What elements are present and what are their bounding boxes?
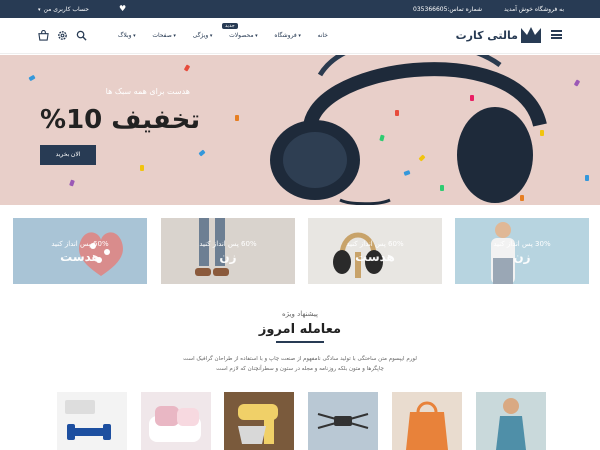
hero-banner: هدست برای همه سبک ها تخفیف 10% الان بخری… xyxy=(0,55,600,205)
nav-item-shop[interactable]: فروشگاه xyxy=(274,32,301,39)
nav-item-pages[interactable]: صفحات xyxy=(152,32,176,39)
category-title: زن xyxy=(219,250,237,264)
product-thumb-bag[interactable] xyxy=(392,392,462,450)
top-bar: به فروشگاه خوش آمدید شماره تماس:03536660… xyxy=(0,0,600,18)
shopping-bag-image xyxy=(406,401,448,450)
category-banner-women-1[interactable]: 60% پس انداز کنید زن xyxy=(161,218,295,284)
dumbbells-image xyxy=(65,400,111,440)
category-discount: 60% پس انداز کنید xyxy=(199,240,257,248)
product-thumb-drone[interactable] xyxy=(308,392,378,450)
hero-title: تخفیف 10% xyxy=(40,105,201,135)
nav-item-blog[interactable]: وبلاگ xyxy=(118,32,136,39)
nav-item-features[interactable]: ویژگی xyxy=(193,32,213,39)
main-header: مالتی کارت جدید خانه فروشگاه محصولات ویژ… xyxy=(0,18,600,54)
category-discount: 60% پس انداز کنید xyxy=(51,240,109,248)
nav-item-products[interactable]: محصولات xyxy=(229,32,258,39)
deal-section: پیشنهاد ویژه معامله امروز xyxy=(0,310,600,343)
deal-description: لورم ایپسوم متن ساختگی با تولید سادگی نا… xyxy=(183,356,417,372)
pillows-image xyxy=(149,406,201,442)
nav-item-home[interactable]: خانه xyxy=(318,32,328,39)
account-menu[interactable]: حساب کاربری من ▾ xyxy=(38,6,89,13)
header-icons xyxy=(38,30,87,41)
drone-image xyxy=(317,413,369,429)
menu-icon[interactable] xyxy=(551,30,562,39)
heart-icon[interactable]: ♥ xyxy=(119,4,126,13)
category-banners: 60% پس انداز کنید هدست 60% پس انداز کنید… xyxy=(13,218,589,286)
category-title: هدست xyxy=(60,250,100,264)
account-label: حساب کاربری من xyxy=(43,6,89,13)
product-thumb-dumbbells[interactable] xyxy=(57,392,127,450)
deal-subtitle: پیشنهاد ویژه xyxy=(282,310,318,318)
logo-icon xyxy=(521,27,541,43)
product-thumb-woman[interactable] xyxy=(476,392,546,450)
category-discount: 30% پس انداز کنید xyxy=(493,240,551,248)
product-thumb-mixer[interactable] xyxy=(224,392,294,450)
category-banner-headset-2[interactable]: 60% پس انداز کنید هدست xyxy=(308,218,442,284)
main-nav: خانه فروشگاه محصولات ویژگی صفحات وبلاگ xyxy=(118,32,328,39)
stand-mixer-image xyxy=(238,404,278,444)
category-banner-headset-1[interactable]: 60% پس انداز کنید هدست xyxy=(13,218,147,284)
title-underline xyxy=(276,341,324,343)
headphones-image xyxy=(270,55,547,205)
deal-title: معامله امروز xyxy=(258,322,342,337)
chevron-down-icon: ▾ xyxy=(38,6,41,13)
product-thumb-pillows[interactable] xyxy=(141,392,211,450)
hero-subtitle: هدست برای همه سبک ها xyxy=(105,87,190,96)
cart-icon[interactable] xyxy=(38,30,49,41)
search-icon[interactable] xyxy=(76,30,87,41)
logo[interactable]: مالتی کارت xyxy=(456,26,542,44)
woman-model-image xyxy=(496,398,526,450)
gear-icon[interactable] xyxy=(57,30,68,41)
logo-text: مالتی کارت xyxy=(455,28,518,42)
shop-now-button[interactable]: الان بخرید xyxy=(40,145,96,165)
category-title: زن xyxy=(513,250,531,264)
category-banner-women-2[interactable]: 30% پس انداز کنید زن xyxy=(455,218,589,284)
category-title: هدست xyxy=(355,250,395,264)
phone-number: شماره تماس:035366605 xyxy=(413,6,482,13)
category-discount: 60% پس انداز کنید xyxy=(346,240,404,248)
new-badge: جدید xyxy=(222,23,238,29)
welcome-text: به فروشگاه خوش آمدید xyxy=(504,6,564,13)
